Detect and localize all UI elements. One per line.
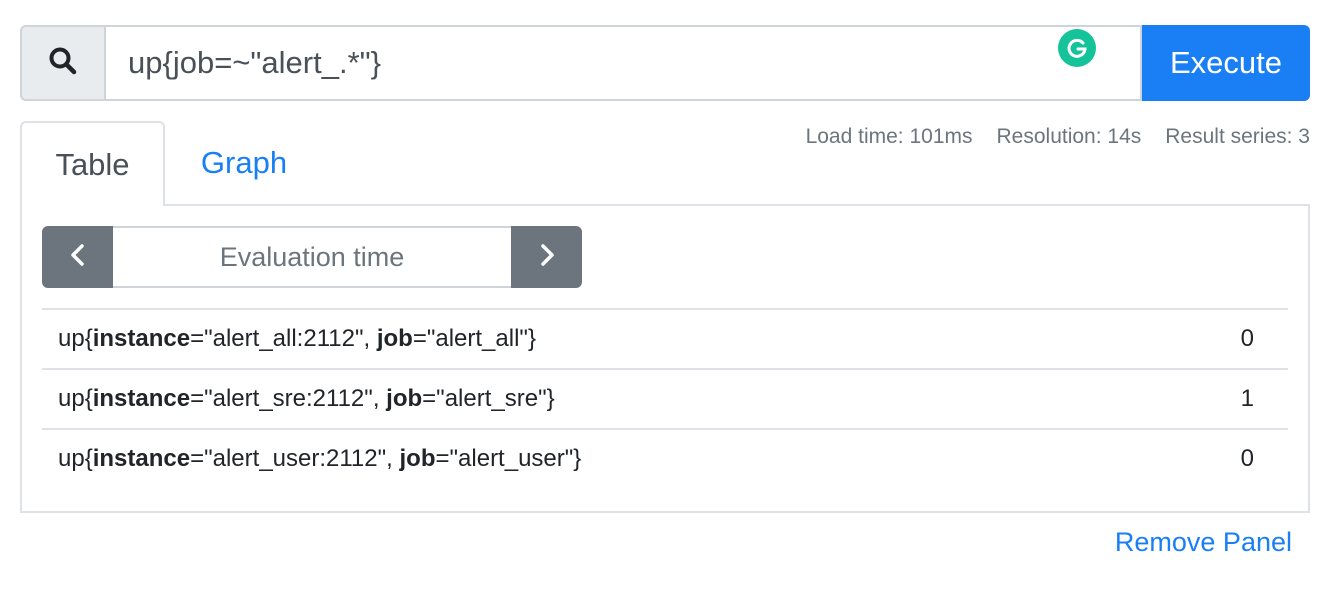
execute-button[interactable]: Execute: [1142, 25, 1310, 101]
query-expression: up{job=~"alert_.*"}: [128, 45, 381, 80]
load-time: Load time: 101ms: [805, 125, 973, 148]
series-label: up{instance="alert_sre:2112", job="alert…: [58, 385, 555, 412]
table-panel: Evaluation time up{instance="alert_all:2…: [20, 204, 1310, 513]
panel-tabs: Table Graph: [20, 121, 323, 206]
tab-table[interactable]: Table: [20, 121, 165, 206]
evaluation-time-input[interactable]: Evaluation time: [113, 226, 511, 288]
series-value: 0: [1240, 325, 1254, 352]
series-value: 0: [1240, 445, 1254, 472]
prev-evaluation-button[interactable]: [42, 226, 113, 288]
table-row: up{instance="alert_user:2112", job="aler…: [42, 428, 1288, 488]
search-icon: [48, 46, 78, 81]
evaluation-time-control: Evaluation time: [42, 226, 582, 288]
query-stats: Load time: 101ms Resolution: 14s Result …: [806, 125, 1310, 149]
resolution: Resolution: 14s: [996, 125, 1142, 148]
series-label: up{instance="alert_all:2112", job="alert…: [58, 325, 536, 352]
results-table: up{instance="alert_all:2112", job="alert…: [42, 308, 1288, 488]
grammarly-icon[interactable]: [1058, 29, 1096, 67]
chevron-right-icon: [537, 243, 557, 272]
remove-panel-link[interactable]: Remove Panel: [1115, 527, 1292, 558]
table-row: up{instance="alert_sre:2112", job="alert…: [42, 368, 1288, 428]
result-series: Result series: 3: [1165, 125, 1310, 148]
search-addon: [20, 25, 104, 101]
series-value: 1: [1240, 385, 1254, 412]
series-label: up{instance="alert_user:2112", job="aler…: [58, 445, 582, 472]
tab-graph[interactable]: Graph: [165, 121, 323, 205]
next-evaluation-button[interactable]: [511, 226, 582, 288]
query-bar: up{job=~"alert_.*"} Execute: [20, 25, 1310, 101]
query-input[interactable]: up{job=~"alert_.*"}: [104, 25, 1142, 101]
chevron-left-icon: [68, 243, 88, 272]
table-row: up{instance="alert_all:2112", job="alert…: [42, 308, 1288, 368]
evaluation-time-placeholder: Evaluation time: [219, 241, 405, 272]
